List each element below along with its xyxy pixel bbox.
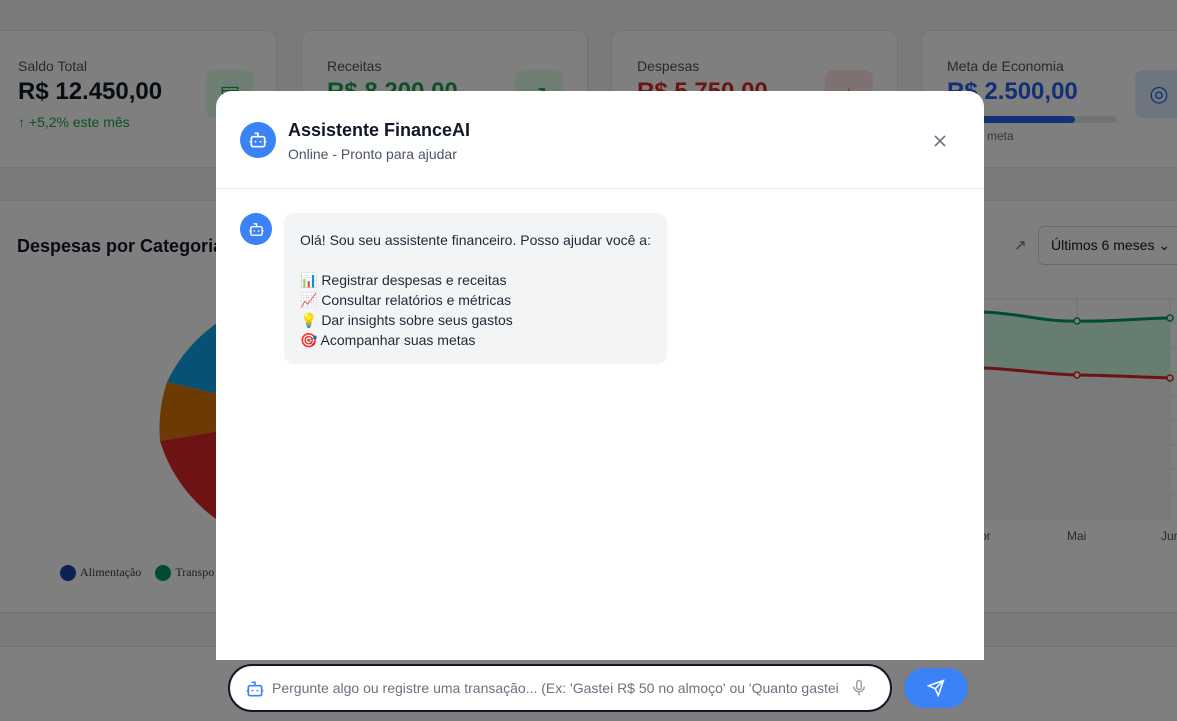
modal-status: Online - Pronto para ajudar <box>288 146 457 162</box>
assistant-modal: Assistente FinanceAI Online - Pronto par… <box>216 91 984 660</box>
assistant-message: Olá! Sou seu assistente financeiro. Poss… <box>284 213 667 364</box>
chat-input[interactable] <box>272 677 842 699</box>
message-intro: Olá! Sou seu assistente financeiro. Poss… <box>300 232 651 248</box>
message-item: 📈 Consultar relatórios e métricas <box>300 292 512 308</box>
message-item: 🎯 Acompanhar suas metas <box>300 332 476 348</box>
modal-title: Assistente FinanceAI <box>288 120 471 140</box>
message-item: 💡 Dar insights sobre seus gastos <box>300 312 513 328</box>
message-item: 📊 Registrar despesas e receitas <box>300 272 507 288</box>
message-bot-avatar <box>240 213 272 245</box>
chat-input-container <box>228 664 892 712</box>
bot-icon <box>248 222 264 236</box>
send-icon <box>927 679 945 697</box>
modal-header: Assistente FinanceAI Online - Pronto par… <box>216 91 984 189</box>
bot-avatar <box>240 122 276 158</box>
microphone-icon[interactable] <box>850 679 868 697</box>
close-button[interactable] <box>928 129 952 153</box>
bot-icon <box>246 681 264 697</box>
close-icon <box>934 135 946 147</box>
send-button[interactable] <box>904 668 968 708</box>
bot-icon <box>249 132 267 148</box>
